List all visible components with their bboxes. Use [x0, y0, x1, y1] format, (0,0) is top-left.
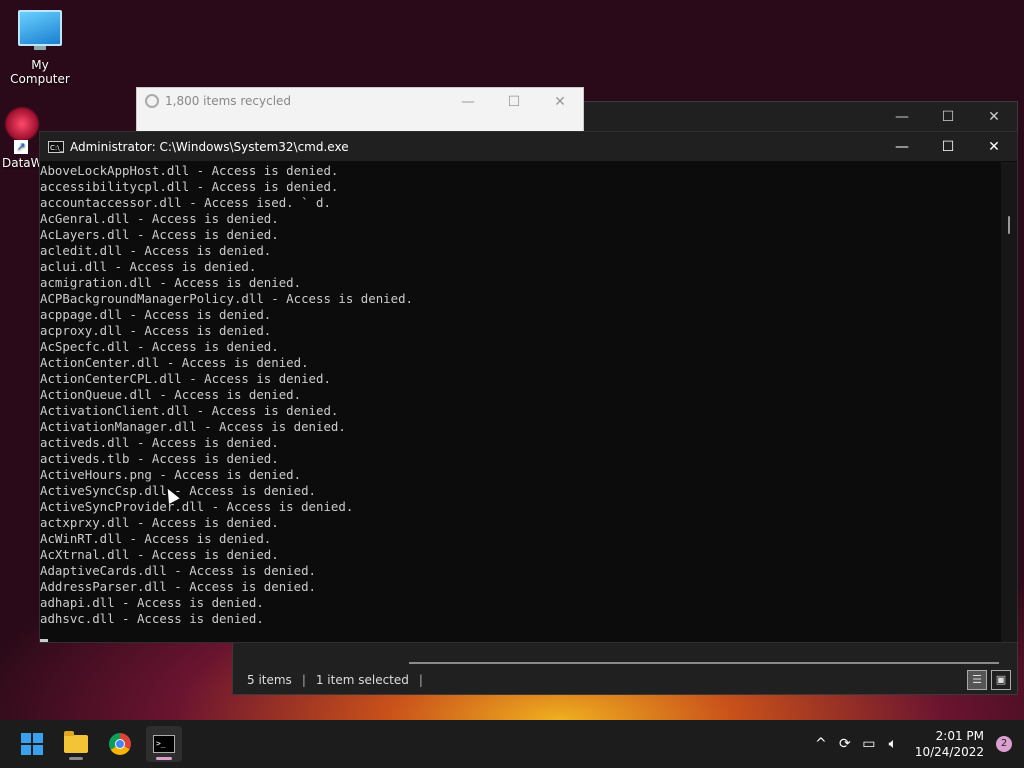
- shortcut-arrow-icon: ↗: [14, 140, 28, 154]
- notification-badge[interactable]: 2: [996, 736, 1012, 752]
- console-line: acppage.dll - Access is denied.: [40, 307, 272, 322]
- start-button[interactable]: [14, 726, 50, 762]
- selection-count: 1 item selected: [315, 673, 409, 687]
- console-line: ActionCenterCPL.dll - Access is denied.: [40, 371, 331, 386]
- progress-clock-icon: [145, 94, 159, 108]
- desktop-icon-my-computer[interactable]: My Computer: [2, 8, 78, 86]
- console-line: accountaccessor.dll - Access ised. ` d.: [40, 195, 331, 210]
- console-line: acmigration.dll - Access is denied.: [40, 275, 302, 290]
- console-output[interactable]: AboveLockAppHost.dll - Access is denied.…: [40, 162, 1001, 642]
- minimize-button[interactable]: —: [445, 88, 491, 116]
- console-line: actxprxy.dll - Access is denied.: [40, 515, 279, 530]
- console-line: ActionQueue.dll - Access is denied.: [40, 387, 302, 402]
- console-line: activeds.tlb - Access is denied.: [40, 451, 279, 466]
- folder-icon: [64, 731, 88, 753]
- console-line: ActiveSyncCsp.dll - Access is denied.: [40, 483, 317, 498]
- minimize-button[interactable]: —: [879, 102, 925, 132]
- volume-icon[interactable]: 🔈︎: [881, 736, 905, 752]
- console-line: ActiveHours.png - Access is denied.: [40, 467, 302, 482]
- cmd-window[interactable]: C:\_ Administrator: C:\Windows\System32\…: [39, 131, 1018, 643]
- dialog-title: 1,800 items recycled: [145, 94, 291, 108]
- clock-date: 10/24/2022: [914, 745, 984, 759]
- desktop-icon-label: My Computer: [10, 58, 70, 86]
- cmd-title-bar: C:\_ Administrator: C:\Windows\System32\…: [40, 132, 1017, 161]
- details-view-icon[interactable]: ☰: [967, 670, 987, 690]
- console-line: ACPBackgroundManagerPolicy.dll - Access …: [40, 291, 413, 306]
- console-line: activeds.dll - Access is denied.: [40, 435, 279, 450]
- console-line: ActionCenter.dll - Access is denied.: [40, 355, 309, 370]
- chevron-up-icon[interactable]: ^: [809, 736, 833, 752]
- taskbar-chrome[interactable]: [102, 726, 138, 762]
- console-line: acproxy.dll - Access is denied.: [40, 323, 272, 338]
- cmd-title-text: Administrator: C:\Windows\System32\cmd.e…: [70, 139, 349, 154]
- console-line: aclui.dll - Access is denied.: [40, 259, 257, 274]
- console-line: AcXtrnal.dll - Access is denied.: [40, 547, 279, 562]
- maximize-button[interactable]: ☐: [491, 88, 537, 116]
- console-line: AcWinRT.dll - Access is denied.: [40, 531, 272, 546]
- running-indicator: [69, 757, 83, 760]
- console-line: ActivationClient.dll - Access is denied.: [40, 403, 339, 418]
- cmd-icon: >_: [153, 735, 175, 753]
- active-indicator: [156, 757, 172, 760]
- close-button[interactable]: ✕: [537, 88, 583, 116]
- clock-time: 2:01 PM: [935, 729, 984, 743]
- console-line: AcLayers.dll - Access is denied.: [40, 227, 279, 242]
- console-line: accessibilitycpl.dll - Access is denied.: [40, 179, 339, 194]
- item-count: 5 items: [247, 673, 292, 687]
- maximize-button[interactable]: ☐: [925, 139, 971, 155]
- console-line: adhapi.dll - Access is denied.: [40, 595, 264, 610]
- sync-icon[interactable]: ⟳: [833, 736, 857, 752]
- cmd-icon: C:\_: [48, 140, 64, 153]
- windows-icon: [21, 733, 43, 755]
- minimize-button[interactable]: —: [879, 139, 925, 155]
- explorer-status-bar: 5 items | 1 item selected |: [233, 666, 1017, 694]
- console-line: AboveLockAppHost.dll - Access is denied.: [40, 163, 339, 178]
- monitor-icon: [18, 10, 62, 50]
- desktop-icon-dataw[interactable]: ↗ DataW: [2, 106, 42, 170]
- close-button[interactable]: ✕: [971, 139, 1017, 155]
- text-cursor: [40, 639, 48, 642]
- dataw-logo-icon: [4, 106, 40, 142]
- system-tray: ^ ⟳ ▭ 🔈︎ 2:01 PM 10/24/2022 2: [809, 720, 1024, 768]
- dialog-controls: — ☐ ✕: [445, 88, 583, 116]
- clock[interactable]: 2:01 PM 10/24/2022: [915, 728, 984, 760]
- large-icons-view-icon[interactable]: ▣: [991, 670, 1011, 690]
- horizontal-scrollbar[interactable]: [409, 662, 999, 664]
- taskbar-file-explorer[interactable]: [58, 726, 94, 762]
- view-toggle: ☰ ▣: [967, 670, 1011, 690]
- vertical-scrollbar[interactable]: [1001, 162, 1017, 642]
- network-icon[interactable]: ▭: [857, 736, 881, 752]
- desktop-icon-label: DataW: [2, 156, 42, 170]
- taskbar: >_ ^ ⟳ ▭ 🔈︎ 2:01 PM 10/24/2022 2: [0, 720, 1024, 768]
- scrollbar-thumb[interactable]: [1008, 216, 1010, 234]
- chrome-icon: [109, 733, 131, 755]
- console-line: AdaptiveCards.dll - Access is denied.: [40, 563, 317, 578]
- console-line: ActiveSyncProvider.dll - Access is denie…: [40, 499, 354, 514]
- console-line: AcSpecfc.dll - Access is denied.: [40, 339, 279, 354]
- status-separator: |: [418, 673, 423, 687]
- console-line: adhsvc.dll - Access is denied.: [40, 611, 264, 626]
- recycle-progress-dialog[interactable]: 1,800 items recycled — ☐ ✕: [136, 87, 584, 133]
- close-button[interactable]: ✕: [971, 102, 1017, 132]
- console-line: AcGenral.dll - Access is denied.: [40, 211, 279, 226]
- maximize-button[interactable]: ☐: [925, 102, 971, 132]
- console-line: AddressParser.dll - Access is denied.: [40, 579, 317, 594]
- taskbar-cmd[interactable]: >_: [146, 726, 182, 762]
- dialog-title-text: 1,800 items recycled: [165, 94, 292, 108]
- console-line: ActivationManager.dll - Access is denied…: [40, 419, 346, 434]
- console-line: acledit.dll - Access is denied.: [40, 243, 272, 258]
- status-separator: |: [301, 673, 306, 687]
